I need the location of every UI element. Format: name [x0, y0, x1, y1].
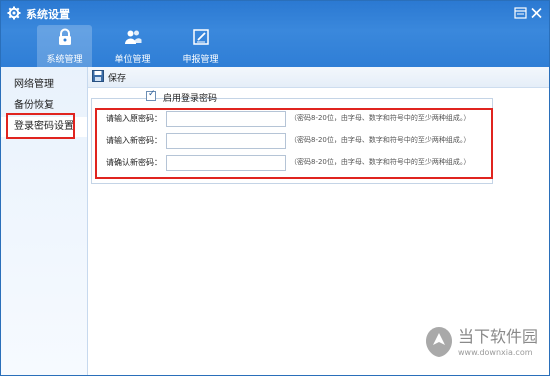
- close-icon[interactable]: [530, 7, 543, 19]
- lock-icon: [58, 28, 71, 45]
- save-icon: [92, 70, 104, 82]
- tab-label: 单位管理: [114, 55, 151, 65]
- header: 系统设置 系统管理 单位管理 申报管理: [1, 1, 549, 67]
- tab-system-management[interactable]: 系统管理: [37, 25, 92, 67]
- settings-window: 系统设置 系统管理 单位管理 申报管理 网络管理 备份恢复 登录密码设置 保存 …: [0, 0, 550, 376]
- enable-password-legend: ✓ 启用登录密码: [146, 89, 217, 104]
- tab-report-management[interactable]: 申报管理: [173, 25, 228, 67]
- tab-label: 申报管理: [182, 55, 219, 65]
- gear-icon: [7, 6, 21, 20]
- save-label: 保存: [108, 74, 127, 84]
- window-title: 系统设置: [26, 8, 70, 21]
- watermark-name: 当下软件园: [458, 327, 539, 346]
- tab-label: 系统管理: [46, 55, 83, 65]
- highlight-box-form: [95, 108, 493, 179]
- watermark-logo-icon: [426, 327, 452, 357]
- watermark-url: www.downxia.com: [458, 348, 533, 357]
- sidebar-item-network[interactable]: 网络管理: [1, 75, 87, 95]
- tab-bar: 系统管理 单位管理 申报管理: [1, 25, 549, 67]
- enable-password-label: 启用登录密码: [163, 94, 218, 104]
- sidebar-item-label: 备份恢复: [14, 100, 54, 111]
- tab-unit-management[interactable]: 单位管理: [105, 25, 160, 67]
- checkmark-icon: ✓: [148, 89, 156, 99]
- sidebar-item-label: 网络管理: [14, 79, 54, 90]
- restore-icon[interactable]: [514, 7, 527, 19]
- watermark: 当下软件园 www.downxia.com: [424, 321, 549, 369]
- toolbar: 保存: [88, 67, 549, 88]
- users-icon: [124, 30, 141, 44]
- edit-icon: [192, 29, 209, 45]
- enable-password-checkbox[interactable]: ✓: [146, 89, 156, 101]
- highlight-box-sidebar: [6, 113, 75, 139]
- title-bar: 系统设置: [1, 1, 549, 25]
